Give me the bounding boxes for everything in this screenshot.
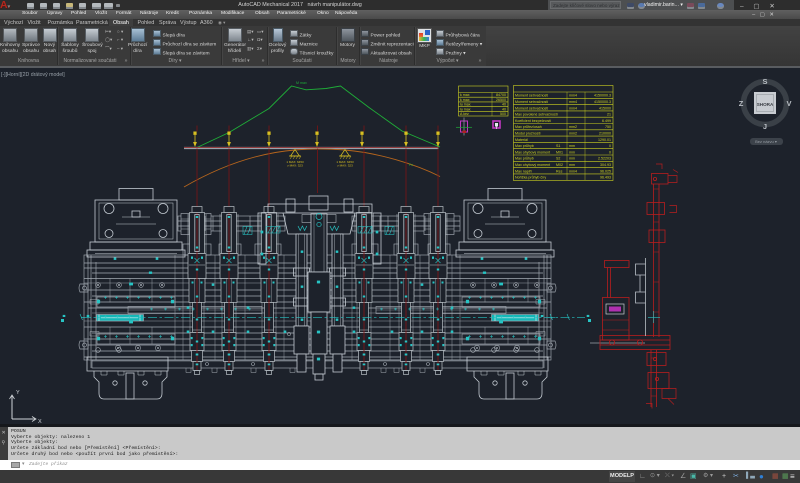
svg-text:mm4: mm4	[569, 106, 577, 110]
svg-text:S2: S2	[556, 157, 560, 161]
svg-text:750: 750	[605, 125, 611, 129]
svg-text:21: 21	[607, 113, 611, 117]
svg-text:mm2: mm2	[569, 125, 577, 129]
svg-text:z MAX: 323: z MAX: 323	[337, 164, 353, 168]
svg-text:Moment setrvačnosti: Moment setrvačnosti	[515, 106, 548, 110]
svg-text:S: S	[762, 77, 767, 86]
svg-text:M01: M01	[556, 150, 563, 154]
svg-text:Koeficient bezpečnosti: Koeficient bezpečnosti	[515, 119, 551, 123]
svg-text:J: J	[763, 122, 767, 131]
svg-text:mm: mm	[569, 144, 575, 148]
svg-text:M max: M max	[296, 81, 307, 85]
svg-text:Materiál: Materiál	[515, 138, 528, 142]
svg-text:84700: 84700	[496, 93, 506, 97]
svg-text:40: 40	[502, 103, 506, 107]
svg-text:k max: k max	[460, 98, 470, 102]
svg-text:304.93: 304.93	[600, 163, 611, 167]
svg-text:S1: S1	[556, 144, 560, 148]
svg-text:40: 40	[502, 107, 506, 111]
svg-text:Modul pružnosti: Modul pružnosti	[515, 132, 541, 136]
svg-text:V: V	[786, 99, 791, 108]
svg-text:Bez názvu ▾: Bez názvu ▾	[755, 139, 777, 144]
svg-text:Fz: Fz	[409, 163, 413, 167]
svg-text:0: 0	[609, 150, 611, 154]
svg-text:z MAX: 323: z MAX: 323	[287, 164, 303, 168]
svg-text:Max ohybový moment: Max ohybový moment	[515, 163, 550, 167]
svg-text:Max průhyb: Max průhyb	[515, 144, 534, 148]
svg-text:SHORA: SHORA	[757, 102, 774, 107]
svg-text:mm4: mm4	[569, 94, 577, 98]
svg-text:96.025: 96.025	[600, 169, 611, 173]
svg-text:mm: mm	[569, 157, 575, 161]
svg-text:mm: mm	[569, 150, 575, 154]
svg-text:4150000.3: 4150000.3	[594, 94, 611, 98]
svg-text:1290.01: 1290.01	[598, 138, 611, 142]
svg-text:k max: k max	[460, 93, 470, 97]
svg-text:Max povolené setrvačnosti: Max povolené setrvačnosti	[515, 113, 558, 117]
svg-text:Z: Z	[739, 99, 744, 108]
svg-text:Max naplří: Max naplří	[515, 169, 532, 173]
svg-text:A kez: A kez	[460, 112, 469, 116]
svg-text:500: 500	[500, 112, 506, 116]
svg-text:Max ohybový moment: Max ohybový moment	[515, 150, 550, 154]
svg-text:lu max: lu max	[460, 103, 471, 107]
svg-text:6.499: 6.499	[602, 119, 611, 123]
svg-text:Res: Res	[556, 169, 563, 173]
svg-text:0: 0	[609, 144, 611, 148]
svg-text:Max průřez/osah: Max průřez/osah	[515, 125, 542, 129]
svg-text:Moment setrvačnosti: Moment setrvačnosti	[515, 100, 548, 104]
svg-text:4150000.3: 4150000.3	[594, 100, 611, 104]
svg-text:26500: 26500	[496, 98, 506, 102]
svg-text:Max průhyb: Max průhyb	[515, 157, 534, 161]
svg-text:[-][Horní][2D drátový model]: [-][Horní][2D drátový model]	[1, 72, 65, 78]
svg-text:96.493: 96.493	[600, 176, 611, 180]
svg-text:Y: Y	[16, 390, 20, 396]
svg-text:mm2: mm2	[569, 132, 577, 136]
svg-text:mm4: mm4	[569, 169, 577, 173]
svg-text:210000: 210000	[599, 132, 611, 136]
svg-text:Moment setrvačnosti: Moment setrvačnosti	[515, 94, 548, 98]
svg-text:415000: 415000	[599, 106, 611, 110]
svg-text:mm4: mm4	[569, 100, 577, 104]
svg-text:Nořížka průhyb číry: Nořížka průhyb číry	[515, 176, 546, 180]
svg-text:mm: mm	[569, 163, 575, 167]
svg-text:M02: M02	[556, 163, 563, 167]
svg-text:2.52203: 2.52203	[598, 157, 611, 161]
svg-text:lu max: lu max	[460, 107, 471, 111]
